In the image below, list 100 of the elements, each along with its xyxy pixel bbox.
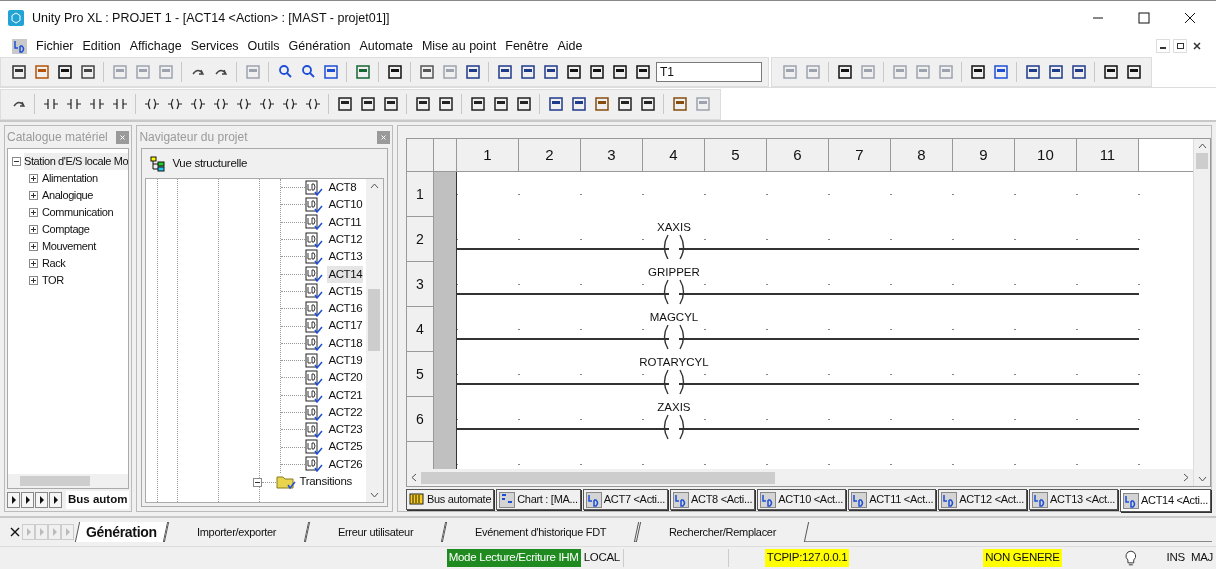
tree-item[interactable]: ACT12 (327, 230, 364, 249)
tree-item[interactable]: Comptage (42, 221, 90, 238)
tree-item[interactable]: ACT17 (327, 317, 364, 335)
close-icon[interactable] (10, 527, 20, 537)
scroll-thumb[interactable] (368, 289, 381, 351)
tree-item[interactable]: ACT18 (327, 334, 364, 352)
menu-item[interactable]: Affichage (126, 36, 185, 56)
output-tab[interactable]: Rechercher/Remplacer (635, 521, 809, 542)
document-tab[interactable]: Chart : [MA... (496, 489, 581, 510)
panel-tab[interactable]: Bus autom (66, 491, 130, 509)
tree-item[interactable]: ACT19 (327, 352, 364, 370)
horizontal-scrollbar[interactable] (8, 474, 129, 488)
positive-contact-icon[interactable] (88, 96, 105, 112)
tree-item[interactable]: ACT26 (327, 455, 364, 473)
tree-item[interactable]: Transitions (299, 473, 352, 491)
menu-item[interactable]: Services (187, 36, 242, 56)
document-tab[interactable]: ACT13 <Act... (1029, 489, 1118, 510)
output-tab[interactable]: Génération (74, 521, 169, 542)
negative-contact-icon[interactable] (111, 96, 128, 112)
menu-item[interactable]: Aide (554, 36, 586, 56)
document-tab[interactable]: Bus automate (405, 489, 495, 510)
tree-item[interactable]: TOR (42, 272, 64, 289)
document-tab[interactable]: ACT14 <Acti... (1119, 489, 1211, 512)
vertical-scrollbar[interactable] (1193, 139, 1210, 486)
negative-coil-icon[interactable] (258, 96, 275, 112)
negated-contact-icon[interactable] (65, 96, 82, 112)
scroll-up-icon[interactable] (1197, 143, 1207, 149)
tree-item[interactable]: Analogique (42, 187, 94, 204)
expand-icon[interactable] (29, 242, 38, 251)
scroll-down-icon[interactable] (369, 492, 379, 498)
scroll-left-icon[interactable] (410, 473, 417, 482)
expand-icon[interactable] (29, 259, 38, 268)
horizontal-scrollbar[interactable] (406, 469, 1193, 486)
tree-item[interactable]: ACT21 (327, 386, 364, 404)
tree-item[interactable]: ACT13 (327, 248, 364, 266)
halt-coil-icon[interactable] (281, 96, 298, 112)
tree-item[interactable]: ACT15 (327, 282, 364, 301)
expand-icon[interactable] (29, 191, 38, 200)
tree-item[interactable]: ACT8 (327, 179, 358, 197)
next-tab-button[interactable] (35, 492, 48, 508)
mdi-minimize-button[interactable] (1156, 39, 1170, 53)
tree-item[interactable]: ACT22 (327, 403, 364, 422)
document-tab[interactable]: ACT10 <Act... (757, 489, 847, 510)
tree-item[interactable]: Mouvement (42, 238, 96, 255)
expand-icon[interactable] (29, 208, 38, 217)
scroll-down-icon[interactable] (1197, 476, 1207, 482)
mdi-restore-button[interactable] (1173, 39, 1187, 53)
ld-document-icon (305, 352, 324, 369)
collapse-icon[interactable] (253, 477, 263, 487)
document-tab[interactable]: ACT12 <Act... (938, 489, 1028, 510)
negated-coil-icon[interactable] (166, 96, 183, 112)
tree-item[interactable]: ACT16 (327, 300, 364, 318)
tree-item[interactable]: ACT20 (327, 369, 364, 387)
menu-item[interactable]: Fichier (33, 36, 77, 56)
combo-box[interactable]: T1 (656, 62, 762, 82)
tree-item[interactable]: ACT10 (327, 196, 364, 214)
scroll-thumb[interactable] (1196, 153, 1208, 169)
document-tab[interactable]: ACT11 <Act... (848, 489, 937, 510)
menu-item[interactable]: Fenêtre (502, 36, 552, 56)
output-tab[interactable]: Erreur utilisateur (305, 521, 447, 542)
set-coil-icon[interactable] (189, 96, 206, 112)
panel-close-icon[interactable] (116, 130, 130, 144)
document-tab[interactable]: ACT8 <Acti... (670, 489, 756, 510)
tree-item[interactable]: ACT14 (327, 265, 364, 283)
menu-item[interactable]: Edition (79, 36, 124, 56)
close-icon[interactable] (1184, 12, 1196, 24)
prev-tab-button[interactable] (21, 492, 34, 508)
menu-item[interactable]: Mise au point (418, 36, 500, 56)
expand-icon[interactable] (29, 276, 38, 285)
zoom-in-icon[interactable] (276, 64, 293, 80)
scroll-right-icon[interactable] (1183, 473, 1189, 482)
expand-icon[interactable] (29, 174, 38, 183)
menu-item[interactable]: Outils (244, 36, 283, 56)
coil-icon[interactable] (143, 96, 160, 112)
reset-coil-icon[interactable] (212, 96, 229, 112)
tree-item[interactable]: ACT23 (327, 421, 364, 439)
ld-document-icon (760, 491, 777, 508)
collapse-icon[interactable] (12, 157, 21, 166)
positive-coil-icon[interactable] (235, 96, 252, 112)
tree-item[interactable]: Alimentation (42, 170, 98, 187)
output-tab[interactable]: Evénement d'historique FDT (442, 521, 640, 542)
tree-item[interactable]: Communication (42, 204, 114, 221)
menu-item[interactable]: Automate (356, 36, 416, 56)
tree-item[interactable]: ACT11 (327, 213, 363, 231)
first-tab-button[interactable] (7, 492, 20, 508)
tree-item[interactable]: Station d'E/S locale Mo (24, 153, 129, 170)
contact-icon[interactable] (42, 96, 59, 112)
panel-close-icon[interactable] (376, 130, 390, 144)
zoom-out-icon[interactable] (299, 64, 316, 80)
maximize-icon[interactable] (1138, 12, 1150, 24)
document-tab[interactable]: ACT7 <Acti... (582, 489, 668, 510)
expand-icon[interactable] (29, 225, 38, 234)
menu-item[interactable]: Génération (285, 36, 354, 56)
last-tab-button[interactable] (49, 492, 62, 508)
output-tab[interactable]: Importer/exporter (163, 521, 310, 542)
scroll-up-icon[interactable] (369, 183, 379, 189)
tree-item[interactable]: Rack (42, 255, 66, 272)
tree-item[interactable]: ACT25 (327, 438, 364, 456)
vertical-scrollbar[interactable] (365, 179, 383, 502)
call-coil-icon[interactable] (304, 96, 321, 112)
